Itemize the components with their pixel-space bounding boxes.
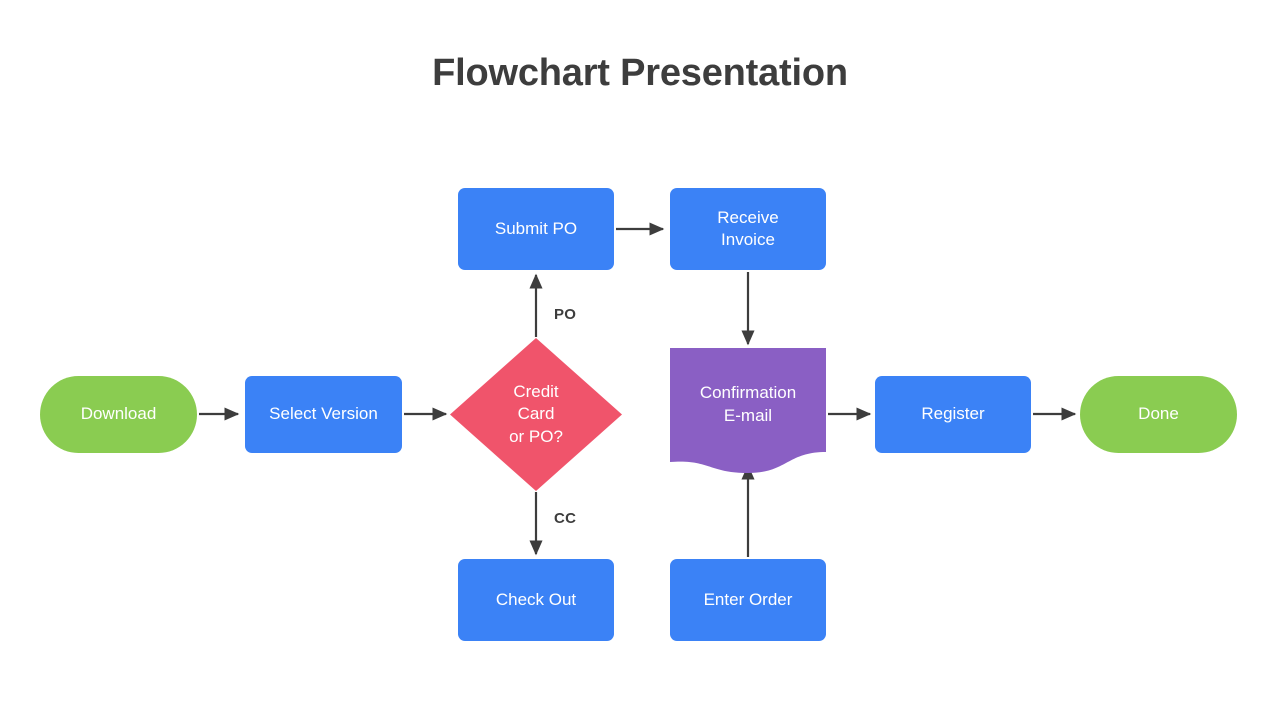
node-download[interactable]: Download [40,376,197,453]
node-done-label: Done [1138,404,1179,424]
edge-label-cc: CC [554,510,577,527]
node-select-version-label: Select Version [269,404,378,424]
node-enter-order-label: Enter Order [703,589,793,609]
node-submit-po-label: Submit PO [494,218,578,238]
node-submit-po[interactable]: Submit PO [458,188,614,270]
node-receive-invoice[interactable]: Receive Invoice [670,188,826,270]
connector-layer [199,222,1077,557]
edge-label-po: PO [554,306,577,323]
node-confirmation-email[interactable]: Confirmation E-mail [670,348,826,473]
node-enter-order[interactable]: Enter Order [670,559,826,641]
slide-canvas: Flowchart Presentation PO CC Download Se… [0,0,1280,720]
node-register-label: Register [921,404,985,424]
node-receive-invoice-label: Receive Invoice [717,207,779,249]
node-decision-credit-card-or-po[interactable]: Credit Card or PO? [450,338,622,491]
node-download-label: Download [80,404,157,424]
node-check-out-label: Check Out [495,589,577,609]
page-title: Flowchart Presentation [432,52,848,94]
node-done[interactable]: Done [1080,376,1237,453]
node-register[interactable]: Register [875,376,1031,453]
node-decision-label: Credit Card or PO? [509,382,563,446]
node-select-version[interactable]: Select Version [245,376,402,453]
node-check-out[interactable]: Check Out [458,559,614,641]
node-confirmation-email-label: Confirmation E-mail [699,383,797,425]
